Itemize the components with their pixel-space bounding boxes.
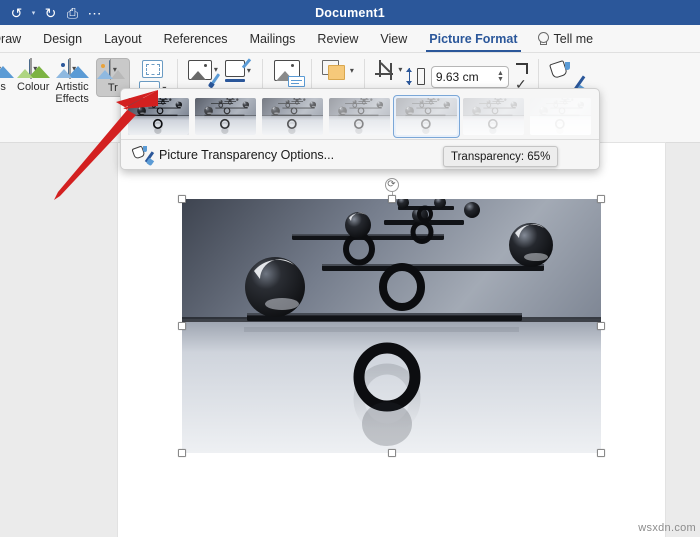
resize-handle-bottom-left[interactable]: [178, 449, 186, 457]
tell-me-search[interactable]: Tell me: [529, 31, 594, 46]
ribbon-tab-bar: Draw Design Layout References Mailings R…: [0, 25, 700, 53]
chevron-down-icon[interactable]: ▾: [398, 66, 402, 74]
title-bar: ↺ ▾ ↻ ⎙ ⋯ Document1: [0, 0, 700, 25]
transparency-thumbnail-65[interactable]: [393, 95, 460, 138]
transparency-thumbnail-preview: [262, 98, 323, 135]
tab-draw[interactable]: Draw: [0, 25, 32, 53]
crop-icon: [375, 60, 396, 80]
transparency-thumbnail-preview: [530, 98, 591, 135]
transparency-thumbnail-preview: [329, 98, 390, 135]
chevron-down-icon[interactable]: ▾: [247, 67, 251, 75]
resize-handle-bottom-right[interactable]: [597, 449, 605, 457]
arrange-icon: [321, 60, 348, 81]
ribbon-button-artistic-effects[interactable]: ▾ Artistic Effects: [52, 58, 91, 107]
shape-height-value: 9.63 cm: [435, 69, 479, 84]
ribbon-button-alt-text[interactable]: [270, 58, 305, 87]
transparency-thumbnail-row: [121, 89, 599, 138]
picture-border-icon: [224, 58, 252, 82]
ribbon-button-colour[interactable]: ▾ Colour: [14, 58, 52, 95]
transparency-thumbnail-preview: [463, 98, 524, 135]
resize-handle-top-left[interactable]: [178, 195, 186, 203]
tab-picture-format[interactable]: Picture Format: [418, 25, 528, 53]
transparency-tooltip: Transparency: 65%: [443, 146, 559, 167]
resize-handle-top-center[interactable]: [387, 195, 396, 203]
picture-effects-icon: [187, 60, 221, 85]
lightbulb-icon: [537, 31, 549, 46]
resize-handle-middle-right[interactable]: [597, 322, 605, 330]
picture-transparency-options-icon: [131, 144, 155, 166]
resize-handle-top-right[interactable]: [597, 195, 605, 203]
transparency-thumbnail-30[interactable]: [259, 95, 326, 138]
ribbon-button-arrange[interactable]: ▾: [319, 58, 357, 86]
undo-icon[interactable]: ↺: [7, 3, 26, 22]
transparency-thumbnail-preview: [128, 98, 189, 135]
resize-handle-bottom-center[interactable]: [387, 449, 396, 457]
ribbon-button-picture-border[interactable]: ▾: [221, 58, 255, 87]
remove-background-icon: [142, 60, 164, 78]
alt-text-icon: [273, 60, 305, 87]
shape-height-input[interactable]: 9.63 cm ▲ ▼: [430, 65, 509, 88]
tab-design[interactable]: Design: [32, 25, 93, 53]
picture-transparency-options-label: Picture Transparency Options...: [159, 147, 335, 162]
transparency-thumbnail-15[interactable]: [192, 95, 259, 138]
balance-spheres-image[interactable]: [182, 199, 601, 453]
transparency-thumbnail-95[interactable]: [527, 95, 594, 138]
site-watermark: wsxdn.com: [638, 522, 696, 534]
chevron-down-icon[interactable]: ▾: [350, 66, 354, 75]
transparency-thumbnail-0[interactable]: [125, 95, 192, 138]
tab-review[interactable]: Review: [306, 25, 369, 53]
quick-access-toolbar: ↺ ▾ ↻ ⎙ ⋯: [0, 3, 104, 22]
picture-artwork: [182, 199, 601, 453]
tell-me-label: Tell me: [553, 31, 594, 46]
transparency-thumbnail-50[interactable]: [326, 95, 393, 138]
rotate-icon[interactable]: ⟳: [384, 178, 399, 192]
size-dialog-launcher-icon[interactable]: [514, 63, 528, 77]
ribbon-label-transparency: Tr: [107, 82, 118, 94]
transparency-icon: [96, 59, 125, 80]
selected-picture[interactable]: ⟳: [178, 178, 605, 457]
transparency-thumbnail-preview: [396, 98, 457, 135]
transparency-thumbnail-preview: [195, 98, 256, 135]
redo-icon[interactable]: ↻: [41, 3, 60, 22]
ribbon-button-picture-styles[interactable]: ▾: [185, 58, 221, 85]
tab-view[interactable]: View: [369, 25, 418, 53]
ribbon-button-corrections[interactable]: ▾ ons: [0, 58, 14, 95]
shape-height-stepper[interactable]: ▲ ▼: [497, 70, 504, 83]
undo-dropdown-caret-icon[interactable]: ▾: [29, 9, 38, 17]
more-options-icon[interactable]: ⋯: [85, 3, 104, 22]
tab-references[interactable]: References: [153, 25, 239, 53]
ribbon-label-colour: Colour: [17, 81, 50, 93]
height-icon: [406, 67, 426, 87]
ribbon-button-crop[interactable]: ▾: [372, 58, 406, 85]
transparency-thumbnail-80[interactable]: [460, 95, 527, 138]
colour-icon: [17, 58, 51, 79]
print-icon[interactable]: ⎙: [63, 3, 82, 22]
artistic-effects-icon: [56, 58, 90, 79]
transparency-tooltip-text: Transparency: 65%: [451, 150, 551, 163]
tab-layout[interactable]: Layout: [93, 25, 153, 53]
resize-handle-middle-left[interactable]: [178, 322, 186, 330]
ribbon-label-artistic-effects: Artistic Effects: [55, 81, 89, 105]
document-title: Document1: [315, 5, 385, 20]
ribbon-label-corrections: ons: [0, 81, 6, 93]
tab-mailings[interactable]: Mailings: [239, 25, 307, 53]
